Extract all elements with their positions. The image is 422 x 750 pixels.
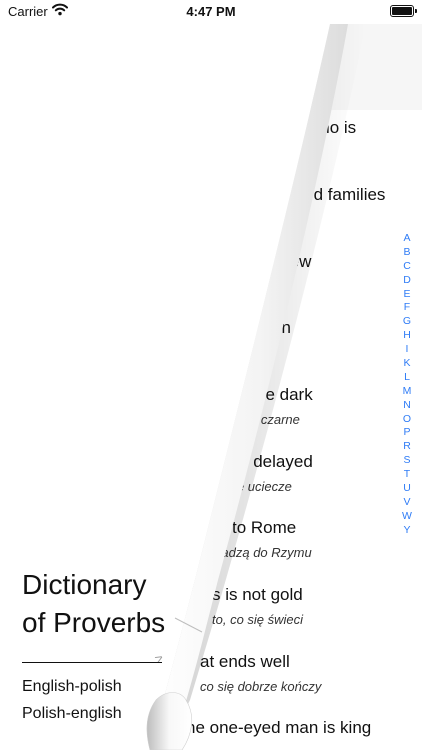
proverb-english: who is [308,118,357,137]
index-letter-a[interactable]: A [400,232,414,246]
proverb-polish: ie ucieczе [234,479,292,494]
index-letter-y[interactable]: Y [400,524,414,538]
navigation-bar [0,24,422,110]
index-letter-r[interactable]: R [400,440,414,454]
proverb-polish: wadzą do Rzymu [212,545,312,560]
english-polish-option[interactable]: English-polish [22,678,122,696]
index-letter-t[interactable]: T [400,468,414,482]
proverb-english: he dark [256,385,313,404]
index-letter-b[interactable]: B [400,246,414,260]
proverb-english: s is not gold [212,585,303,604]
battery-icon [390,5,417,17]
proverb-polish: a [278,279,286,294]
proverb-english: s delayed [240,452,313,471]
proverb-polish: ą czarne [250,412,300,427]
polish-english-option[interactable]: Polish-english [22,705,122,723]
status-bar: Carrier 4:47 PM [0,0,422,24]
proverb-english: ated families [290,185,386,204]
section-index: A B C D E F G H I K L M N O P R S T U V … [400,232,414,538]
index-letter-n[interactable]: N [400,399,414,413]
index-letter-o[interactable]: O [400,413,414,427]
curl-arrow-icon: > [152,650,166,667]
index-letter-m[interactable]: M [400,385,414,399]
proverb-polish: co się dobrze kończy [200,679,322,694]
proverb-english: en [272,318,291,337]
index-letter-e[interactable]: E [400,288,414,302]
index-letter-g[interactable]: G [400,315,414,329]
cover-title-line-2: of Proverbs [22,607,166,638]
proverb-english: ne one-eyed man is king [186,718,372,737]
cover-title: Dictionary of Proverbs [22,566,165,642]
proverb-polish: to, co się świeci [212,612,304,627]
index-letter-s[interactable]: S [400,454,414,468]
index-letter-f[interactable]: F [400,301,414,315]
index-letter-w[interactable]: W [400,510,414,524]
index-letter-k[interactable]: K [400,357,414,371]
proverb-english: rew [284,252,312,271]
index-letter-h[interactable]: H [400,329,414,343]
index-letter-u[interactable]: U [400,482,414,496]
proverb-english: at ends well [200,652,290,671]
index-letter-v[interactable]: V [400,496,414,510]
cover-divider [22,662,162,663]
index-letter-i[interactable]: I [400,343,414,357]
index-letter-c[interactable]: C [400,260,414,274]
cover-title-line-1: Dictionary [22,569,147,600]
proverb-english: to Rome [232,518,297,537]
index-letter-d[interactable]: D [400,274,414,288]
index-letter-l[interactable]: L [400,371,414,385]
status-time: 4:47 PM [186,4,236,19]
index-letter-p[interactable]: P [400,426,414,440]
